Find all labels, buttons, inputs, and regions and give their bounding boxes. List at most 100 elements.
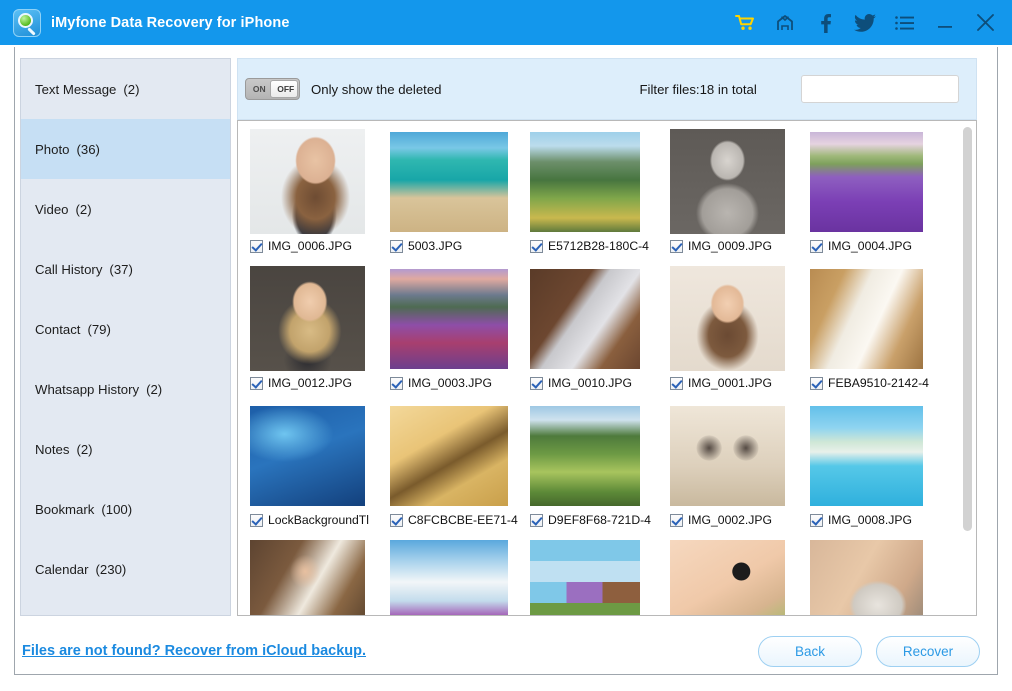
thumbnail-clouds-tulip-field[interactable] <box>390 540 508 615</box>
file-checkbox[interactable] <box>810 376 823 390</box>
file-name: IMG_0009.JPG <box>688 239 772 253</box>
thumbnail-bearded-man-closeup[interactable] <box>810 540 923 615</box>
file-cell[interactable]: IMG_0002.JPG <box>670 403 810 540</box>
file-cell[interactable] <box>810 540 950 615</box>
file-name: FEBA9510-2142-4 <box>828 376 929 390</box>
file-checkbox[interactable] <box>530 376 543 390</box>
thumbnail-child-glasses-closeup[interactable] <box>670 540 785 615</box>
cart-icon[interactable] <box>734 11 756 35</box>
show-deleted-toggle[interactable]: ON OFF <box>245 78 300 100</box>
sidebar-item-contact[interactable]: Contact (79) <box>21 299 230 359</box>
file-checkbox[interactable] <box>250 239 263 253</box>
file-cell[interactable] <box>670 540 810 615</box>
thumbnail-green-mountain-valley[interactable] <box>530 131 640 232</box>
file-name: LockBackgroundTl <box>268 513 369 527</box>
thumbnail-wrap <box>530 266 670 371</box>
thumbnail-wrap <box>390 129 530 234</box>
minimize-button[interactable] <box>934 11 956 35</box>
file-cell[interactable]: E5712B28-180C-4 <box>530 129 670 266</box>
grid-scrollbar-thumb[interactable] <box>963 127 972 531</box>
home-icon[interactable] <box>774 11 796 35</box>
sidebar-item-photo[interactable]: Photo (36) <box>21 119 230 179</box>
recover-button[interactable]: Recover <box>876 635 980 667</box>
sidebar-item-text-message[interactable]: Text Message (2) <box>21 59 230 119</box>
back-button[interactable]: Back <box>758 635 862 667</box>
menu-icon[interactable] <box>894 11 916 35</box>
file-checkbox[interactable] <box>530 513 543 527</box>
file-label-row: IMG_0008.JPG <box>810 510 950 530</box>
file-name: D9EF8F68-721D-4 <box>548 513 651 527</box>
file-cell[interactable]: 5003.JPG <box>390 129 530 266</box>
thumbnail-portrait-woman-long-hair[interactable] <box>250 129 365 234</box>
file-checkbox[interactable] <box>670 376 683 390</box>
file-cell[interactable]: IMG_0001.JPG <box>670 266 810 403</box>
file-cell[interactable] <box>530 540 670 615</box>
close-button[interactable] <box>974 11 996 35</box>
thumbnail-pool-resort-palm[interactable] <box>810 405 923 506</box>
file-checkbox[interactable] <box>670 513 683 527</box>
file-checkbox[interactable] <box>390 513 403 527</box>
file-cell[interactable]: LockBackgroundTl <box>250 403 390 540</box>
thumbnail-mountain-wildflowers-lake[interactable] <box>390 268 508 369</box>
thumbnail-blue-abstract-wallpaper[interactable] <box>250 405 365 506</box>
file-checkbox[interactable] <box>390 376 403 390</box>
file-cell[interactable]: IMG_0009.JPG <box>670 129 810 266</box>
thumbnail-lavender-field-rows[interactable] <box>810 131 923 232</box>
file-cell[interactable]: D9EF8F68-721D-4 <box>530 403 670 540</box>
facebook-icon[interactable] <box>814 11 836 35</box>
file-cell[interactable]: FEBA9510-2142-4 <box>810 266 950 403</box>
file-name: IMG_0010.JPG <box>548 376 632 390</box>
file-cell[interactable]: IMG_0004.JPG <box>810 129 950 266</box>
thumbnail-wrap <box>810 266 950 371</box>
file-name: IMG_0003.JPG <box>408 376 492 390</box>
sidebar-item-label: Photo <box>35 141 70 157</box>
twitter-icon[interactable] <box>854 11 876 35</box>
file-grid: IMG_0006.JPG 5003.JPG E5712B28-180C-4 IM… <box>238 121 954 615</box>
file-checkbox[interactable] <box>390 239 403 253</box>
sidebar-item-label: Contact <box>35 321 81 337</box>
thumbnail-smiling-blonde-woman[interactable] <box>250 266 365 371</box>
file-cell[interactable]: IMG_0003.JPG <box>390 266 530 403</box>
grid-scrollbar[interactable] <box>963 127 972 605</box>
footer-buttons: Back Recover <box>758 635 997 667</box>
category-sidebar: Text Message (2) Photo (36) Video (2) Ca… <box>20 58 231 616</box>
sidebar-item-call-history[interactable]: Call History (37) <box>21 239 230 299</box>
file-checkbox[interactable] <box>530 239 543 253</box>
thumbnail-wrap <box>250 129 390 234</box>
sidebar-item-bookmark[interactable]: Bookmark (100) <box>21 479 230 539</box>
thumbnail-wrap <box>390 266 530 371</box>
thumbnail-wrap <box>250 266 390 371</box>
file-cell[interactable]: IMG_0010.JPG <box>530 266 670 403</box>
icloud-backup-link[interactable]: Files are not found? Recover from iCloud… <box>22 643 366 659</box>
sidebar-item-label: Calendar <box>35 561 89 577</box>
file-cell[interactable]: IMG_0012.JPG <box>250 266 390 403</box>
file-checkbox[interactable] <box>810 513 823 527</box>
thumbnail-fountain-pen-golden[interactable] <box>390 405 508 506</box>
sidebar-item-whatsapp-history[interactable]: Whatsapp History (2) <box>21 359 230 419</box>
sidebar-item-notes[interactable]: Notes (2) <box>21 419 230 479</box>
thumbnail-notebook-pen-desk[interactable] <box>810 268 923 369</box>
thumbnail-portrait-brunette-woman[interactable] <box>670 266 785 371</box>
sidebar-item-calendar[interactable]: Calendar (230) <box>21 539 230 599</box>
file-checkbox[interactable] <box>250 513 263 527</box>
file-checkbox[interactable] <box>810 239 823 253</box>
thumbnail-bw-woman-brick-wall[interactable] <box>670 129 785 234</box>
file-name: C8FCBCBE-EE71-4 <box>408 513 518 527</box>
sidebar-item-video[interactable]: Video (2) <box>21 179 230 239</box>
file-checkbox[interactable] <box>250 376 263 390</box>
search-input[interactable] <box>800 75 959 103</box>
file-cell[interactable]: IMG_0008.JPG <box>810 403 950 540</box>
thumbnail-eyeglasses-on-book[interactable] <box>670 405 785 506</box>
thumbnail-man-writing-study[interactable] <box>250 540 365 615</box>
thumbnail-green-valley-river[interactable] <box>530 405 640 506</box>
file-cell[interactable] <box>390 540 530 615</box>
thumbnail-laptop-desk-hands[interactable] <box>530 268 640 369</box>
file-cell[interactable]: C8FCBCBE-EE71-4 <box>390 403 530 540</box>
thumbnail-photo-collage-grid[interactable] <box>530 540 640 615</box>
thumbnail-tropical-pier-ocean[interactable] <box>390 131 508 232</box>
file-cell[interactable]: IMG_0006.JPG <box>250 129 390 266</box>
file-label-row: 5003.JPG <box>390 236 530 256</box>
file-cell[interactable] <box>250 540 390 615</box>
file-label-row: IMG_0001.JPG <box>670 373 810 393</box>
file-checkbox[interactable] <box>670 239 683 253</box>
